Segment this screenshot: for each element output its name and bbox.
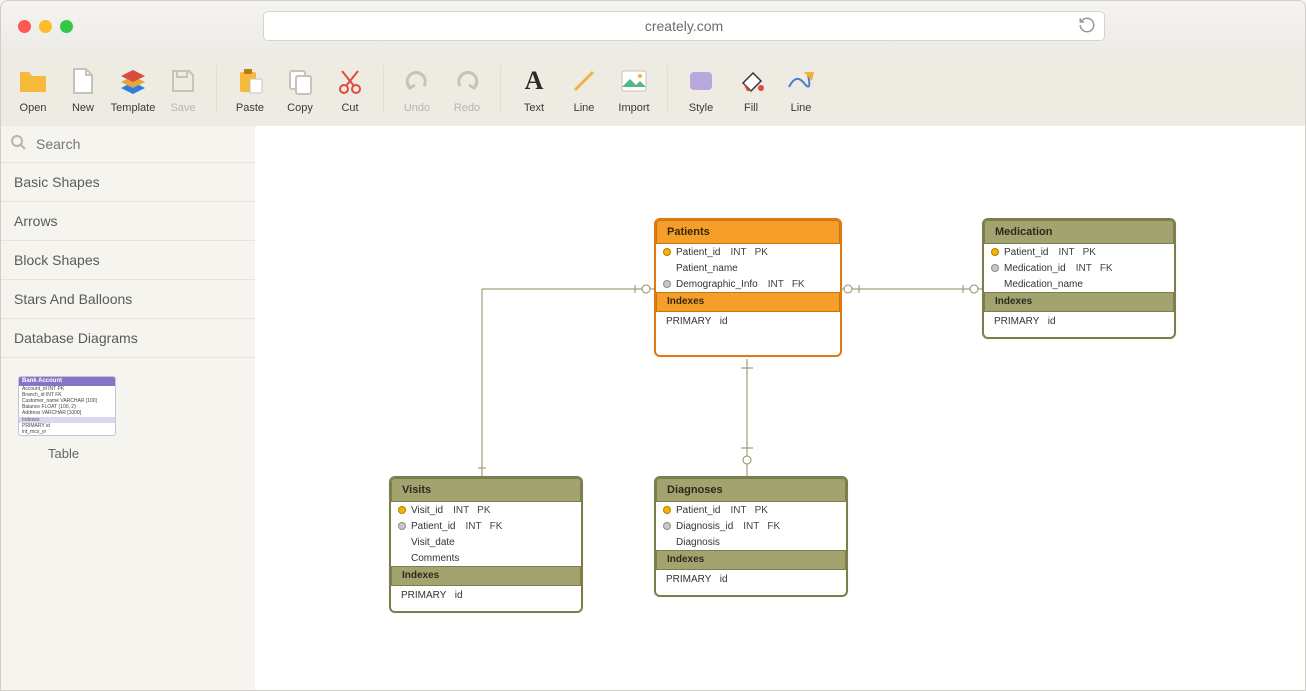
close-window-icon[interactable] — [18, 20, 31, 33]
minimize-window-icon[interactable] — [39, 20, 52, 33]
table-row: Visit_date — [391, 534, 581, 550]
sidebar: Basic Shapes Arrows Block Shapes Stars A… — [0, 126, 256, 691]
indexes-header: Indexes — [984, 292, 1174, 312]
table-row: Demographic_InfoINTFK — [656, 276, 840, 292]
redo-button[interactable]: Redo — [443, 64, 491, 114]
undo-button[interactable]: Undo — [393, 64, 441, 114]
table-row: Patient_idINTPK — [656, 502, 846, 518]
indexes-header: Indexes — [656, 550, 846, 570]
table-row: Patient_idINTPK — [984, 244, 1174, 260]
copy-button[interactable]: Copy — [276, 64, 324, 114]
table-row: Visit_idINTPK — [391, 502, 581, 518]
search-icon — [10, 134, 26, 155]
indexes-body: PRIMARY id — [391, 586, 581, 611]
new-button[interactable]: New — [59, 64, 107, 114]
entity-title: Patients — [656, 220, 840, 244]
window-controls — [18, 20, 73, 33]
cut-button[interactable]: Cut — [326, 64, 374, 114]
save-button[interactable]: Save — [159, 64, 207, 114]
indexes-body: PRIMARY id — [984, 312, 1174, 337]
table-row: Comments — [391, 550, 581, 566]
search-input[interactable] — [34, 135, 218, 153]
style-button[interactable]: Style — [677, 64, 725, 114]
toolbar: Open New Template Save Paste Copy Cut Un… — [0, 52, 1306, 127]
line-style-button[interactable]: Line — [777, 64, 825, 114]
table-row: Patient_name — [656, 260, 840, 276]
toolbar-sep — [383, 65, 384, 113]
shape-palette: Bank Account Account_id INT PK Branch_id… — [0, 358, 255, 479]
entity-title: Visits — [391, 478, 581, 502]
address-bar[interactable]: creately.com — [263, 11, 1105, 41]
sidebar-cat-database-diagrams[interactable]: Database Diagrams — [0, 319, 255, 358]
entity-patients[interactable]: Patients Patient_idINTPK Patient_name De… — [654, 218, 842, 357]
indexes-header: Indexes — [391, 566, 581, 586]
table-row: Patient_idINTFK — [391, 518, 581, 534]
table-row: Medication_name — [984, 276, 1174, 292]
diagram-canvas[interactable]: Patients Patient_idINTPK Patient_name De… — [255, 126, 1306, 691]
toolbar-sep — [216, 65, 217, 113]
sidebar-cat-block-shapes[interactable]: Block Shapes — [0, 241, 255, 280]
browser-chrome: creately.com — [0, 0, 1306, 53]
sidebar-cat-arrows[interactable]: Arrows — [0, 202, 255, 241]
maximize-window-icon[interactable] — [60, 20, 73, 33]
entity-title: Medication — [984, 220, 1174, 244]
table-row: Diagnosis — [656, 534, 846, 550]
open-button[interactable]: Open — [9, 64, 57, 114]
text-button[interactable]: AText — [510, 64, 558, 114]
paste-button[interactable]: Paste — [226, 64, 274, 114]
table-shape-thumb[interactable]: Bank Account Account_id INT PK Branch_id… — [18, 376, 116, 436]
sidebar-cat-stars-balloons[interactable]: Stars And Balloons — [0, 280, 255, 319]
entity-medication[interactable]: Medication Patient_idINTPK Medication_id… — [982, 218, 1176, 339]
import-button[interactable]: Import — [610, 64, 658, 114]
entity-title: Diagnoses — [656, 478, 846, 502]
indexes-header: Indexes — [656, 292, 840, 312]
search-row — [0, 126, 255, 163]
indexes-body: PRIMARY id — [656, 312, 840, 355]
line-button[interactable]: Line — [560, 64, 608, 114]
entity-diagnoses[interactable]: Diagnoses Patient_idINTPK Diagnosis_idIN… — [654, 476, 848, 597]
table-row: Patient_idINTPK — [656, 244, 840, 260]
template-button[interactable]: Template — [109, 64, 157, 114]
url-text: creately.com — [645, 18, 723, 34]
reload-icon[interactable] — [1078, 16, 1096, 37]
fill-button[interactable]: Fill — [727, 64, 775, 114]
sidebar-cat-basic-shapes[interactable]: Basic Shapes — [0, 163, 255, 202]
table-row: Diagnosis_idINTFK — [656, 518, 846, 534]
indexes-body: PRIMARY id — [656, 570, 846, 595]
thumb-label: Table — [48, 446, 79, 461]
toolbar-sep — [667, 65, 668, 113]
entity-visits[interactable]: Visits Visit_idINTPK Patient_idINTFK Vis… — [389, 476, 583, 613]
toolbar-sep — [500, 65, 501, 113]
table-row: Medication_idINTFK — [984, 260, 1174, 276]
